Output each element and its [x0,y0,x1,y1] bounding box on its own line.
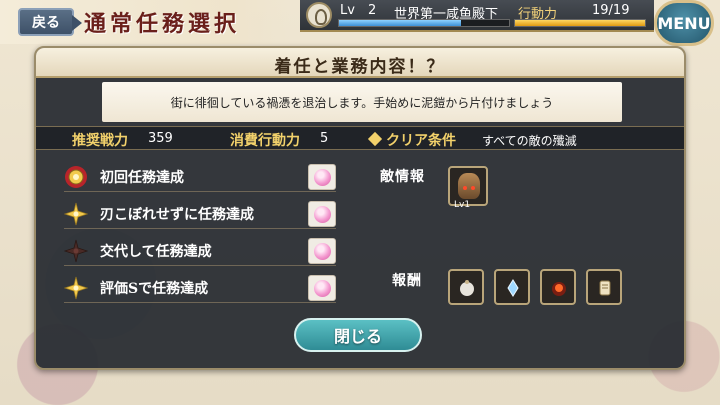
clear-condition-label: クリア条件 [386,133,456,149]
enemy-level: Lv1 [454,200,471,210]
stamina-bar [514,19,646,27]
achievement-label: 交代して任務達成 [100,244,212,260]
gold-star-icon [64,202,88,226]
description-panel: 街に徘徊している禍憑を退治します。手始めに泥鎧から片付けましょう [102,82,622,122]
achievement-row: 初回任務達成 [64,162,336,192]
stamina-cost-value: 5 [320,131,329,146]
achievement-row: 交代して任務達成 [64,236,336,266]
exp-bar [338,19,510,27]
close-button[interactable]: 閉じる [294,318,422,352]
enemy-eye [463,186,467,190]
mission-description: 街に徘徊している禍憑を退治します。手始めに泥鎧から片付けましょう [170,96,554,110]
achievement-label: 評価Sで任務達成 [100,281,209,297]
enemy-info-label: 敵情報 [380,169,425,185]
clear-condition-icon [367,131,383,147]
gold-star-icon [64,276,88,300]
exp-bar-fill [339,20,462,26]
reward-orb-icon [308,275,336,301]
dark-star-icon [64,239,88,263]
achievement-label: 刃こぼれせずに任務達成 [100,207,254,223]
recommended-power-label: 推奨戦力 [72,133,128,149]
reward-item[interactable] [540,269,576,305]
pouch-icon [460,280,474,296]
stamina-bar-fill [515,20,645,26]
gold-medal-icon [65,166,87,188]
enemy-eye [471,186,475,190]
reward-item[interactable] [448,269,484,305]
menu-button[interactable]: MENU [654,0,714,46]
mud-armor-enemy-icon [458,173,480,199]
screen-title: 通常任務選択 [84,11,241,37]
reward-orb-icon [308,164,336,190]
level-label: Lv [340,3,355,18]
stamina-cost-label: 消費行動力 [230,133,300,149]
menu-button-label: MENU [657,13,711,33]
achievement-row: 評価Sで任務達成 [64,273,336,303]
mission-dialog: 着任と業務内容！？ 街に徘徊している禍憑を退治します。手始めに泥鎧から片付けまし… [34,46,686,370]
reward-orb-icon [308,238,336,264]
level-value: 2 [368,3,377,18]
reward-orb-icon [308,201,336,227]
reward-item[interactable] [586,269,622,305]
stamina-value: 19/19 [592,3,630,18]
reward-item[interactable] [494,269,530,305]
rewards-label: 報酬 [392,273,422,289]
achievement-label: 初回任務達成 [100,170,184,186]
back-button[interactable]: 戻る [18,8,82,36]
recommended-power-value: 359 [148,131,173,146]
fire-orb-icon [552,282,566,296]
crest-icon [306,2,332,28]
back-button-label: 戻る [32,15,60,31]
stats-row: 推奨戦力 359 消費行動力 5 クリア条件 すべての敵の殲滅 [36,126,684,150]
blade-shard-icon [507,279,519,297]
achievement-row: 刃こぼれせずに任務達成 [64,199,336,229]
clear-condition-value: すべての敵の殲滅 [482,134,577,148]
close-button-label: 閉じる [333,327,382,346]
dialog-header: 着任と業務内容！？ [36,48,684,78]
scroll-icon [599,280,611,296]
dialog-title: 着任と業務内容！？ [274,57,446,77]
